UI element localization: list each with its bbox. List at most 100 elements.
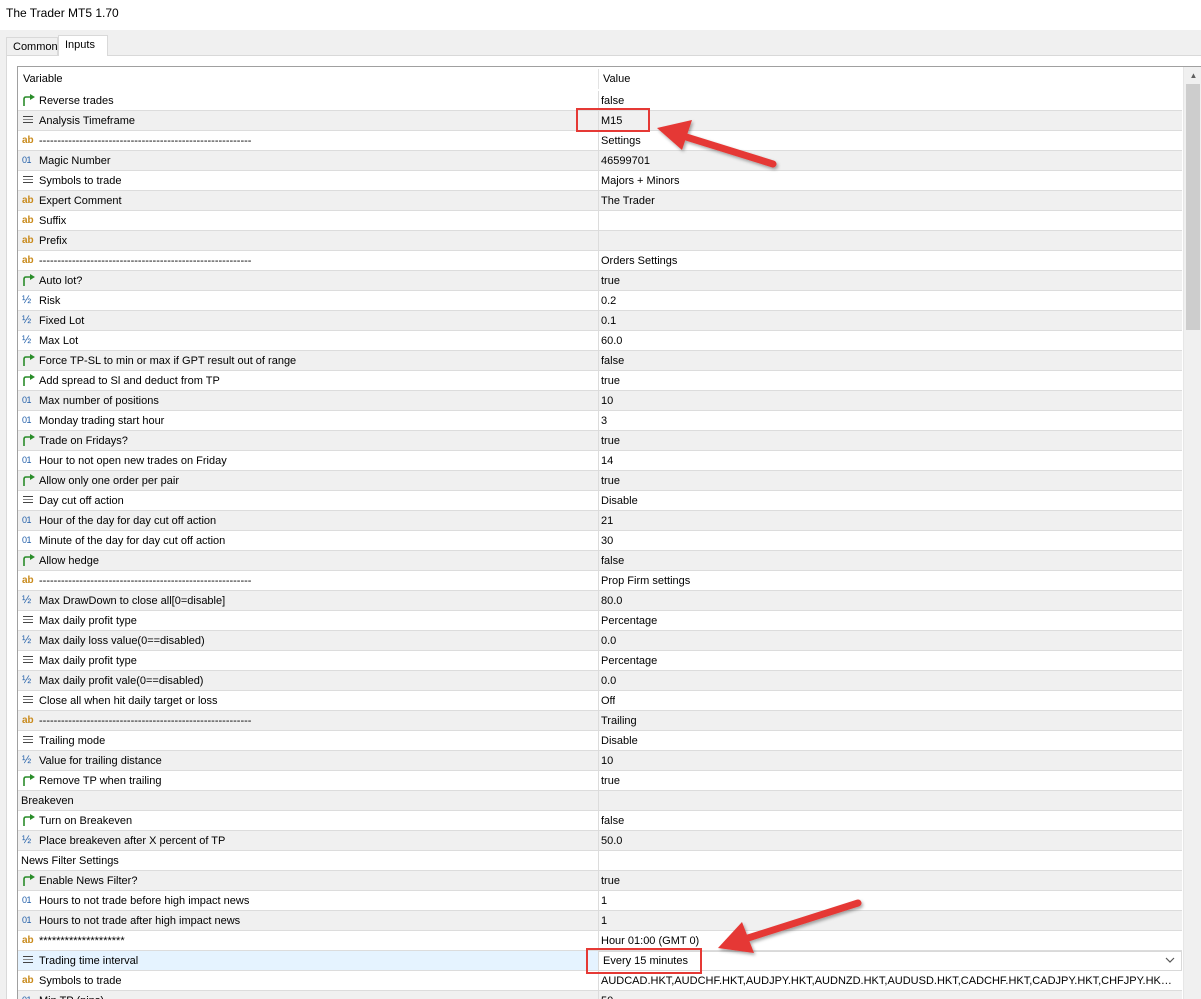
chevron-down-icon[interactable] — [1165, 954, 1175, 969]
variable-value[interactable]: 50 — [601, 995, 613, 999]
grid-row[interactable]: ½ Max daily profit vale(0==disabled) 0.0 — [18, 671, 1182, 691]
variable-value[interactable]: 0.1 — [601, 315, 616, 327]
variable-value[interactable]: 10 — [601, 755, 613, 767]
column-header-value[interactable]: Value — [603, 73, 630, 85]
variable-value[interactable]: Hour 01:00 (GMT 0) — [601, 935, 699, 947]
grid-row[interactable]: News Filter Settings — [18, 851, 1182, 871]
grid-row[interactable]: Max daily profit type Percentage — [18, 611, 1182, 631]
variable-value[interactable]: true — [601, 375, 620, 387]
variable-value[interactable]: Prop Firm settings — [601, 575, 690, 587]
variable-value[interactable]: 30 — [601, 535, 613, 547]
variable-value[interactable]: Percentage — [601, 615, 657, 627]
variable-value[interactable]: false — [601, 815, 624, 827]
variable-value[interactable]: Disable — [601, 735, 638, 747]
grid-row[interactable]: ab Prefix — [18, 231, 1182, 251]
variable-value[interactable]: Majors + Minors — [601, 175, 680, 187]
variable-value[interactable]: 0.2 — [601, 295, 616, 307]
grid-row[interactable]: 01 Monday trading start hour 3 — [18, 411, 1182, 431]
grid-row[interactable]: ½ Max Lot 60.0 — [18, 331, 1182, 351]
variable-value[interactable]: AUDCAD.HKT,AUDCHF.HKT,AUDJPY.HKT,AUDNZD.… — [601, 975, 1176, 987]
tab-common[interactable]: Common — [6, 37, 58, 56]
variable-value[interactable]: Orders Settings — [601, 255, 677, 267]
grid-row[interactable]: 01 Minute of the day for day cut off acti… — [18, 531, 1182, 551]
variable-value[interactable]: false — [601, 555, 624, 567]
variable-value[interactable]: false — [601, 95, 624, 107]
variable-value[interactable]: true — [601, 435, 620, 447]
grid-row[interactable]: ½ Fixed Lot 0.1 — [18, 311, 1182, 331]
grid-row[interactable]: Day cut off action Disable — [18, 491, 1182, 511]
grid-row[interactable]: Force TP-SL to min or max if GPT result … — [18, 351, 1182, 371]
variable-value[interactable]: Percentage — [601, 655, 657, 667]
variable-value[interactable]: false — [601, 355, 624, 367]
grid-row[interactable]: 01Min TP (pips) 50 — [18, 991, 1182, 999]
variable-value[interactable]: 10 — [601, 395, 613, 407]
grid-row[interactable]: 01 Magic Number 46599701 — [18, 151, 1182, 171]
tab-inputs[interactable]: Inputs — [58, 35, 108, 56]
grid-row[interactable]: 01 Hour to not open new trades on Friday 1… — [18, 451, 1182, 471]
grid-row[interactable]: ½ Max DrawDown to close all[0=disable] 80.… — [18, 591, 1182, 611]
variable-value[interactable]: 80.0 — [601, 595, 622, 607]
enum-list-icon — [22, 174, 36, 187]
variable-value[interactable]: 3 — [601, 415, 607, 427]
grid-row[interactable]: Allow only one order per pair true — [18, 471, 1182, 491]
column-header-variable[interactable]: Variable — [23, 73, 63, 85]
variable-value[interactable]: 0.0 — [601, 635, 616, 647]
grid-row[interactable]: 01 Hours to not trade before high impact … — [18, 891, 1182, 911]
grid-row[interactable]: 01 Hour of the day for day cut off action… — [18, 511, 1182, 531]
grid-row[interactable]: ab Symbols to trade AUDCAD.HKT,AUDCHF.HKT,… — [18, 971, 1182, 991]
grid-row[interactable]: Breakeven — [18, 791, 1182, 811]
variable-value[interactable]: 21 — [601, 515, 613, 527]
grid-row[interactable]: Turn on Breakeven false — [18, 811, 1182, 831]
variable-value[interactable]: Settings — [601, 135, 641, 147]
bool-arrow-icon — [22, 354, 36, 367]
grid-row[interactable]: ab --------------------------------------… — [18, 571, 1182, 591]
grid-row[interactable]: ab Expert Comment The Trader — [18, 191, 1182, 211]
grid-row[interactable]: Remove TP when trailing true — [18, 771, 1182, 791]
grid-row[interactable]: ½ Value for trailing distance 10 — [18, 751, 1182, 771]
variable-value[interactable]: true — [601, 275, 620, 287]
cell-divider — [598, 371, 599, 391]
grid-row[interactable]: 01 Max number of positions 10 — [18, 391, 1182, 411]
grid-row[interactable]: ab --------------------------------------… — [18, 251, 1182, 271]
grid-row[interactable]: ab --------------------------------------… — [18, 711, 1182, 731]
grid-row[interactable]: 01 Hours to not trade after high impact n… — [18, 911, 1182, 931]
grid-row[interactable]: Enable News Filter? true — [18, 871, 1182, 891]
grid-row[interactable]: ½ Risk 0.2 — [18, 291, 1182, 311]
variable-value[interactable]: true — [601, 775, 620, 787]
vertical-scrollbar[interactable]: ▲ — [1183, 67, 1201, 999]
double-half-icon: ½ — [22, 594, 32, 606]
variable-value[interactable]: true — [601, 475, 620, 487]
column-divider[interactable] — [598, 69, 599, 89]
string-ab-icon: ab — [22, 975, 34, 986]
integer-01-icon: 01 — [22, 155, 32, 165]
variable-value[interactable]: The Trader — [601, 195, 655, 207]
grid-row[interactable]: ½ Max daily loss value(0==disabled) 0.0 — [18, 631, 1182, 651]
grid-row[interactable]: Add spread to Sl and deduct from TP true — [18, 371, 1182, 391]
scroll-up-arrow-icon[interactable]: ▲ — [1184, 67, 1201, 84]
variable-value[interactable]: Off — [601, 695, 615, 707]
grid-row[interactable]: ab --------------------------------------… — [18, 131, 1182, 151]
scroll-thumb[interactable] — [1186, 84, 1200, 330]
variable-value[interactable]: 14 — [601, 455, 613, 467]
string-ab-icon: ab — [22, 715, 34, 726]
grid-row[interactable]: Close all when hit daily target or loss O… — [18, 691, 1182, 711]
cell-divider — [598, 451, 599, 471]
grid-row[interactable]: ½ Place breakeven after X percent of TP 50… — [18, 831, 1182, 851]
enum-list-icon — [22, 734, 36, 747]
grid-row[interactable]: Max daily profit type Percentage — [18, 651, 1182, 671]
variable-value[interactable]: 46599701 — [601, 155, 650, 167]
variable-value[interactable]: true — [601, 875, 620, 887]
grid-row[interactable]: Symbols to trade Majors + Minors — [18, 171, 1182, 191]
variable-value[interactable]: Disable — [601, 495, 638, 507]
variable-value[interactable]: 0.0 — [601, 675, 616, 687]
grid-row[interactable]: Trade on Fridays? true — [18, 431, 1182, 451]
grid-row[interactable]: Trailing mode Disable — [18, 731, 1182, 751]
grid-row[interactable]: Allow hedge false — [18, 551, 1182, 571]
variable-value[interactable]: Trailing — [601, 715, 637, 727]
variable-value[interactable]: 60.0 — [601, 335, 622, 347]
grid-row[interactable]: Auto lot? true — [18, 271, 1182, 291]
variable-value[interactable]: 50.0 — [601, 835, 622, 847]
variable-value[interactable]: 1 — [601, 895, 607, 907]
variable-value[interactable]: 1 — [601, 915, 607, 927]
grid-row[interactable]: ab Suffix — [18, 211, 1182, 231]
